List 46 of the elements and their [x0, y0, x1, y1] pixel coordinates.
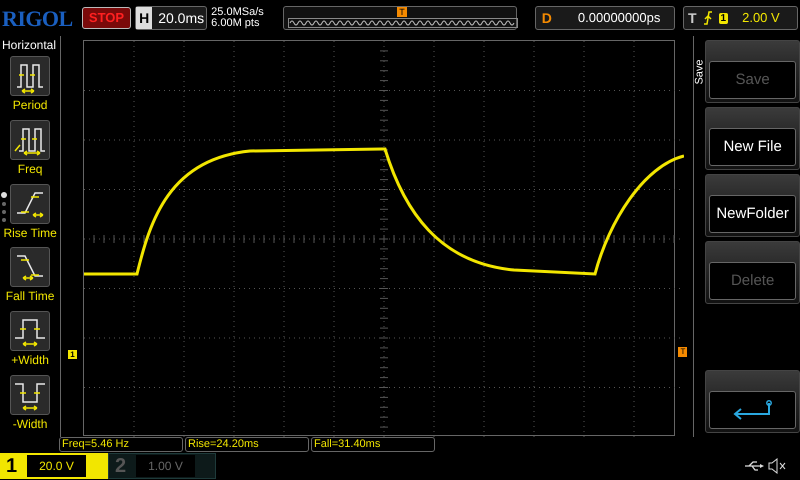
menu-title: Horizontal: [1, 37, 56, 54]
channel-number: 1: [6, 454, 18, 479]
measure-button[interactable]: [10, 311, 50, 352]
back-button[interactable]: [709, 391, 796, 429]
trigger-level-marker: T: [678, 347, 688, 357]
trigger-level: 2.00 V: [741, 9, 780, 28]
channel-scale: 1.00 V: [136, 455, 195, 477]
channel-number: 2: [115, 454, 126, 479]
memory-depth: 6.00M pts: [211, 18, 260, 29]
measure-label: Rise Time: [3, 224, 57, 242]
menu-button[interactable]: New File: [709, 128, 796, 166]
trigger-label: T: [688, 8, 697, 28]
measure-button[interactable]: [10, 247, 50, 288]
trigger-panel[interactable]: T 1 2.00 V: [682, 6, 798, 30]
measure-label: Period: [12, 97, 48, 114]
trigger-source: 1: [718, 12, 728, 24]
rising-edge-icon: [702, 11, 713, 25]
channel-tab[interactable]: 2 1.00 V: [108, 453, 216, 479]
delay-panel[interactable]: D 0.00000000ps: [534, 6, 675, 30]
measure-button[interactable]: [10, 184, 50, 224]
measurement-readout: Freq=5.46 Hz: [59, 437, 183, 452]
channel-marker: 1: [68, 350, 77, 359]
measurement-readout: Rise=24.20ms: [185, 437, 309, 452]
usb-icon: [744, 460, 764, 472]
measure-label: Freq: [18, 160, 42, 178]
menu-title: Save: [694, 59, 706, 85]
timebase-panel[interactable]: H 20.0ms: [135, 6, 208, 30]
menu-button[interactable]: NewFolder: [709, 195, 796, 233]
measure-label: -Width: [12, 416, 48, 434]
timebase-label: H: [136, 7, 152, 29]
measurement-readout: Fall=31.40ms: [311, 437, 435, 452]
measure-button[interactable]: [10, 120, 50, 160]
channel-tab[interactable]: 1 20.0 V: [0, 453, 108, 479]
measure-button[interactable]: [10, 56, 50, 96]
delay-value: 0.00000000ps: [576, 9, 660, 28]
channel-scale: 20.0 V: [27, 455, 86, 477]
timebase-value: 20.0ms: [157, 8, 204, 28]
measure-label: Fall Time: [6, 288, 54, 306]
measure-button[interactable]: [10, 375, 50, 416]
speaker-muted-icon: [768, 458, 786, 474]
sample-rate: 25.0MSa/s: [211, 7, 265, 18]
return-arrow-icon: [730, 400, 775, 420]
measure-label: +Width: [11, 352, 49, 370]
brand-logo: RIGOL: [2, 4, 74, 32]
trigger-position-marker: T: [397, 7, 407, 17]
delay-label: D: [540, 8, 553, 28]
